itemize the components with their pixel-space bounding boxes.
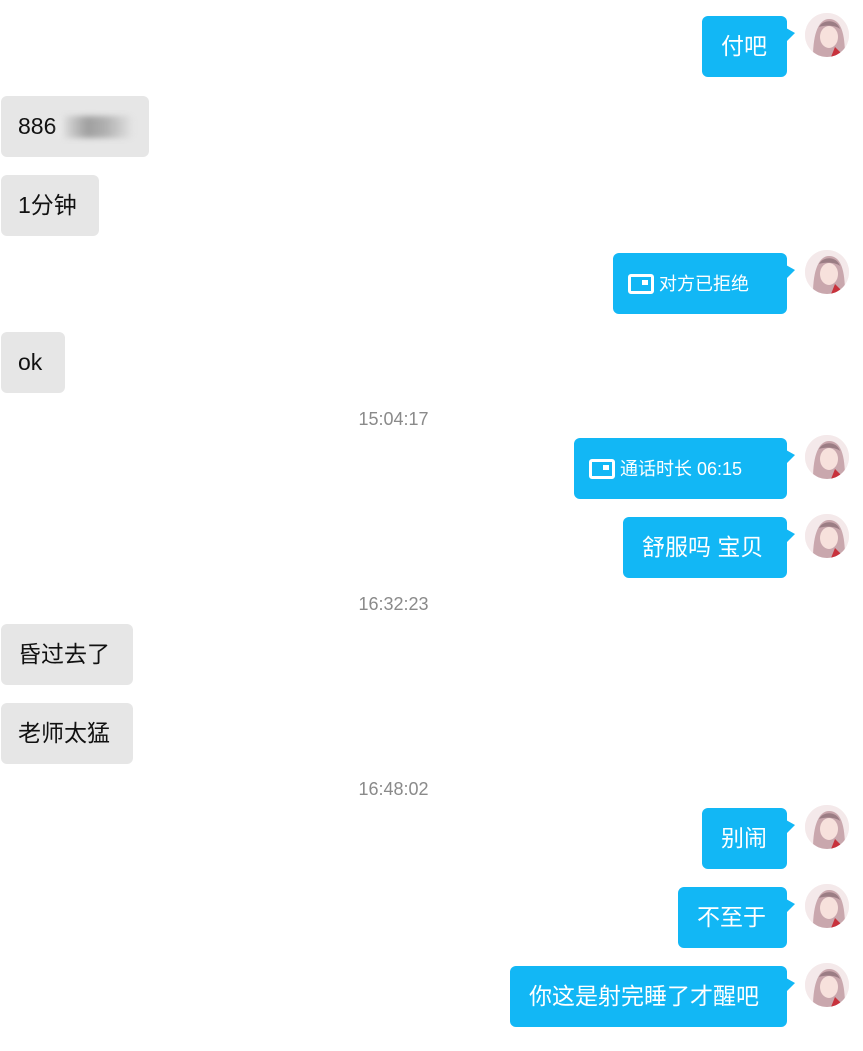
call-duration-message[interactable]: 通话时长 06:15 — [574, 438, 795, 499]
incoming-message[interactable]: 昏过去了 — [1, 624, 133, 685]
outgoing-message[interactable]: 舒服吗 宝贝 — [623, 517, 795, 578]
timestamp: 16:32:23 — [358, 594, 429, 614]
avatar-girl-icon — [805, 805, 849, 849]
avatar[interactable] — [805, 435, 849, 479]
message-text: 昏过去了 — [18, 641, 110, 667]
message-text: 你这是射完睡了才醒吧 — [529, 983, 759, 1009]
outgoing-message[interactable]: 别闹 — [702, 808, 795, 869]
message-text: ok — [18, 349, 43, 375]
message-text: 老师太猛 — [18, 720, 110, 746]
message-text: 对方已拒绝 — [659, 273, 749, 294]
outgoing-message[interactable]: 付吧 — [702, 16, 795, 77]
incoming-message[interactable]: ok — [1, 332, 65, 393]
video-camera-icon — [589, 458, 615, 479]
avatar[interactable] — [805, 805, 849, 849]
outgoing-message[interactable]: 你这是射完睡了才醒吧 — [510, 966, 795, 1027]
message-text: 付吧 — [721, 33, 767, 59]
message-text: 舒服吗 宝贝 — [642, 534, 764, 560]
message-text: 1分钟 — [18, 192, 77, 218]
avatar[interactable] — [805, 963, 849, 1007]
redaction-blur — [58, 115, 132, 138]
message-text: 不至于 — [697, 904, 766, 930]
avatar[interactable] — [805, 884, 849, 928]
outgoing-message[interactable]: 不至于 — [678, 887, 795, 948]
call-rejected-message[interactable]: 对方已拒绝 — [613, 253, 795, 314]
message-text: 886 — [18, 113, 57, 139]
avatar[interactable] — [805, 514, 849, 558]
video-camera-icon — [628, 273, 654, 294]
message-text: 别闹 — [721, 825, 767, 851]
avatar-girl-icon — [805, 250, 849, 294]
avatar[interactable] — [805, 250, 849, 294]
avatar-girl-icon — [805, 514, 849, 558]
incoming-message[interactable]: 886 — [1, 96, 149, 157]
avatar-girl-icon — [805, 884, 849, 928]
message-text: 通话时长 06:15 — [620, 458, 743, 479]
avatar-girl-icon — [805, 963, 849, 1007]
incoming-message[interactable]: 1分钟 — [1, 175, 99, 236]
incoming-message[interactable]: 老师太猛 — [1, 703, 133, 764]
timestamp: 16:48:02 — [358, 779, 429, 799]
avatar[interactable] — [805, 13, 849, 57]
timestamp: 15:04:17 — [358, 409, 429, 429]
avatar-girl-icon — [805, 435, 849, 479]
avatar-girl-icon — [805, 13, 849, 57]
